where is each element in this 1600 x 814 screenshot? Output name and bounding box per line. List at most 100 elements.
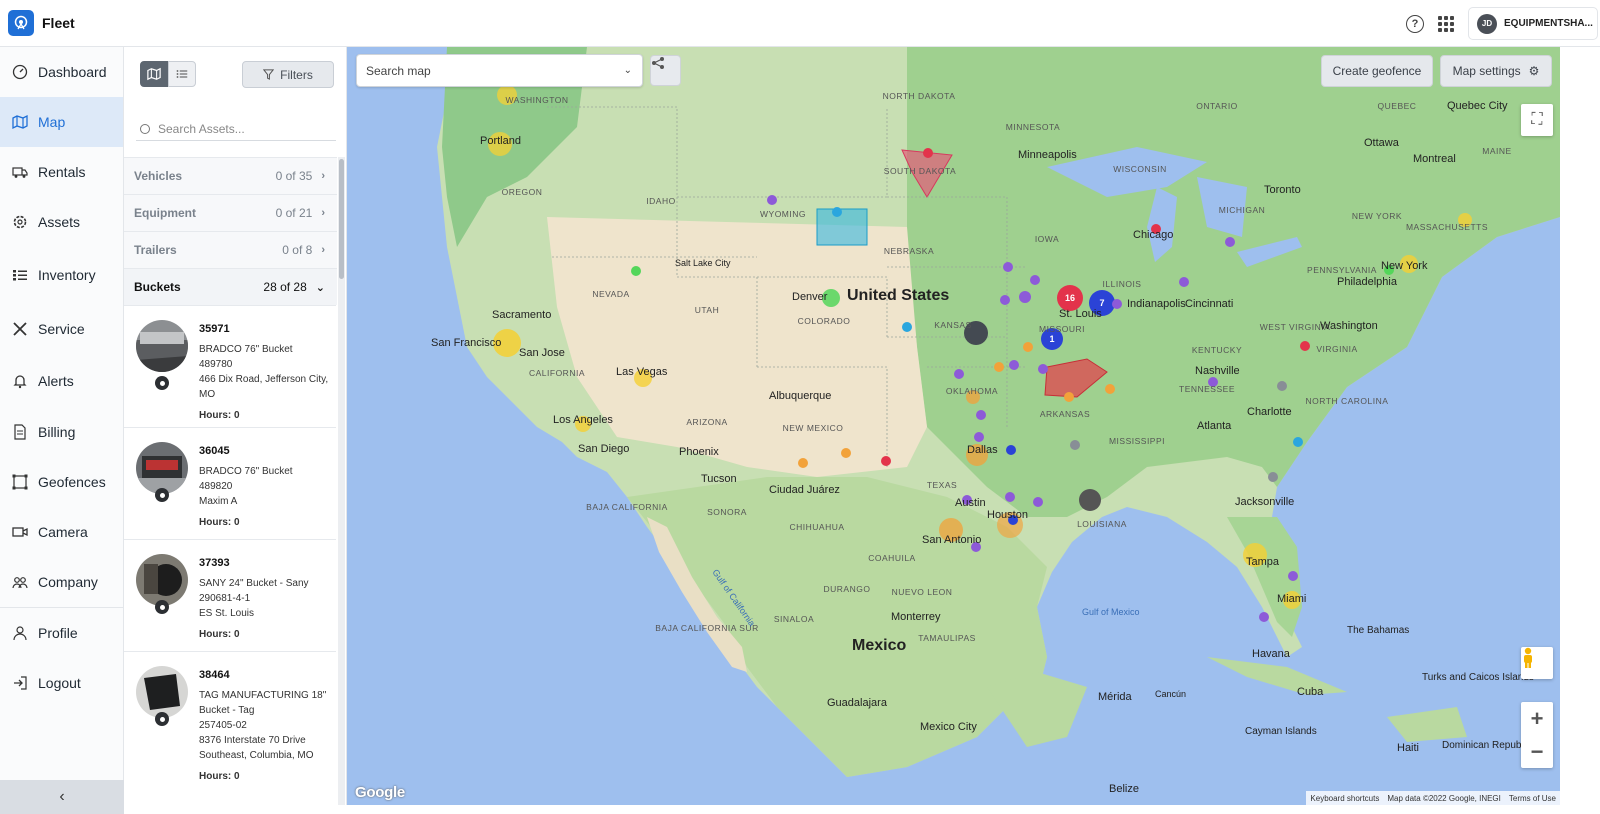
city-label: Guadalajara — [827, 697, 888, 709]
category-buckets[interactable]: Buckets 28 of 28 ⌄ — [124, 268, 337, 305]
asset-card[interactable]: 36045 BRADCO 76" Bucket 489820 Maxim A H… — [124, 427, 336, 537]
asset-card[interactable]: 38464 TAG MANUFACTURING 18" Bucket - Tag… — [124, 651, 336, 791]
sidebar-item-logout[interactable]: Logout — [0, 658, 123, 708]
create-geofence-label: Create geofence — [1332, 64, 1422, 78]
map-marker — [1009, 360, 1019, 370]
city-label: Haiti — [1397, 742, 1419, 754]
cluster-count: 1 — [1049, 334, 1054, 344]
list-view-button[interactable] — [168, 61, 196, 87]
map-graphic[interactable]: 16 7 1 WASHINGTON OREGON IDAHO NEVADA UT… — [347, 47, 1560, 805]
users-icon — [12, 574, 28, 590]
map-settings-button[interactable]: Map settings ⚙ — [1440, 55, 1552, 87]
city-label: Nashville — [1195, 365, 1240, 377]
hours-value: 0 — [234, 771, 240, 782]
city-label: Quebec City — [1447, 100, 1508, 112]
search-assets-input[interactable]: Search Assets... — [136, 117, 336, 141]
asset-card[interactable]: 35971 BRADCO 76" Bucket 489780 466 Dix R… — [124, 305, 336, 425]
street-view-button[interactable] — [1521, 647, 1553, 679]
chevron-down-icon: ⌄ — [623, 65, 632, 76]
sidebar-item-profile[interactable]: Profile — [0, 608, 123, 658]
filters-button[interactable]: Filters — [242, 61, 334, 88]
sidebar-nav: Dashboard Map Rentals Assets Inventory S… — [0, 47, 124, 814]
category-name: Equipment — [134, 206, 196, 220]
sidebar-item-alerts[interactable]: Alerts — [0, 355, 123, 407]
scrollbar-thumb[interactable] — [339, 159, 344, 279]
sidebar-item-label: Rentals — [38, 164, 86, 180]
app-title: Fleet — [42, 15, 75, 31]
sidebar-item-service[interactable]: Service — [0, 303, 123, 355]
create-geofence-button[interactable]: Create geofence — [1321, 55, 1433, 87]
truck-icon — [12, 164, 28, 180]
search-map-input[interactable]: Search map ⌄ — [356, 54, 643, 87]
fullscreen-button[interactable]: ⛶ — [1521, 104, 1553, 136]
collapse-sidebar-button[interactable]: ‹ — [0, 780, 124, 814]
city-label: Mexico City — [920, 721, 977, 733]
state-label: SINALOA — [774, 614, 814, 624]
city-label: Havana — [1252, 648, 1291, 660]
map-marker — [994, 362, 1004, 372]
sidebar-item-billing[interactable]: Billing — [0, 407, 123, 457]
asset-photo — [136, 320, 188, 372]
map-view-button[interactable] — [140, 61, 168, 87]
category-trailers[interactable]: Trailers 0 of 8 › — [124, 231, 337, 268]
map-marker — [1023, 342, 1033, 352]
account-menu[interactable]: JD EQUIPMENTSHA... — [1468, 7, 1598, 40]
city-label: Cancún — [1155, 689, 1186, 699]
city-label: Tucson — [701, 473, 737, 485]
state-label: TEXAS — [927, 480, 957, 490]
sidebar-item-label: Dashboard — [38, 64, 107, 80]
share-button[interactable] — [650, 55, 681, 86]
state-label: COAHUILA — [868, 553, 915, 563]
asset-card[interactable]: 37393 SANY 24" Bucket - Sany 290681-4-1 … — [124, 539, 336, 649]
apps-grid-icon[interactable] — [1438, 15, 1454, 32]
state-label: MISSOURI — [1039, 324, 1085, 334]
state-label: NORTH CAROLINA — [1306, 396, 1389, 406]
state-label: BAJA CALIFORNIA — [586, 502, 668, 512]
list-icon — [12, 267, 28, 283]
map-marker — [1288, 571, 1298, 581]
geofence-wyoming — [816, 208, 868, 246]
sidebar-item-assets[interactable]: Assets — [0, 197, 123, 247]
sidebar-item-map[interactable]: Map — [0, 97, 123, 147]
asset-id: 38464 — [199, 669, 230, 681]
filters-label: Filters — [280, 67, 313, 82]
map-marker — [902, 322, 912, 332]
sidebar-item-geofences[interactable]: Geofences — [0, 457, 123, 507]
city-label: New York — [1381, 260, 1428, 272]
city-label: Dominican Republic — [1442, 740, 1531, 751]
keyboard-shortcuts-link[interactable]: Keyboard shortcuts — [1306, 794, 1383, 803]
category-equipment[interactable]: Equipment 0 of 21 › — [124, 194, 337, 231]
asset-hours: Hours: 0 — [199, 517, 240, 528]
terms-link[interactable]: Terms of Use — [1505, 794, 1560, 803]
sidebar-item-rentals[interactable]: Rentals — [0, 147, 123, 197]
sidebar-item-label: Alerts — [38, 373, 74, 389]
city-label: San Jose — [519, 347, 565, 359]
category-vehicles[interactable]: Vehicles 0 of 35 › — [124, 157, 337, 194]
sidebar-item-camera[interactable]: Camera — [0, 507, 123, 557]
map-marker — [1000, 295, 1010, 305]
google-logo: Google — [355, 784, 405, 801]
state-label: MASSACHUSETTS — [1406, 222, 1488, 232]
city-label: Ottawa — [1364, 137, 1400, 149]
panel-scrollbar[interactable] — [338, 157, 345, 814]
asset-photo — [136, 666, 188, 718]
map-marker — [923, 148, 933, 158]
help-icon[interactable]: ? — [1406, 14, 1424, 33]
fleet-logo[interactable] — [8, 10, 34, 36]
city-label: Dallas — [967, 444, 998, 456]
sidebar-item-inventory[interactable]: Inventory — [0, 247, 123, 303]
state-label: WASHINGTON — [505, 95, 568, 105]
asset-serial: 489780 — [199, 359, 233, 370]
map-canvas[interactable]: 16 7 1 WASHINGTON OREGON IDAHO NEVADA UT… — [347, 47, 1560, 805]
zoom-in-button[interactable]: + — [1521, 702, 1553, 735]
city-label: Austin — [955, 497, 986, 509]
map-marker — [881, 456, 891, 466]
zoom-out-button[interactable]: − — [1521, 735, 1553, 768]
state-label: DURANGO — [824, 584, 871, 594]
map-marker — [1112, 299, 1122, 309]
sidebar-item-dashboard[interactable]: Dashboard — [0, 47, 123, 97]
gps-tracker-icon — [155, 712, 169, 726]
sidebar-item-company[interactable]: Company — [0, 557, 123, 607]
city-label: Atlanta — [1197, 420, 1232, 432]
map-marker — [1005, 492, 1015, 502]
